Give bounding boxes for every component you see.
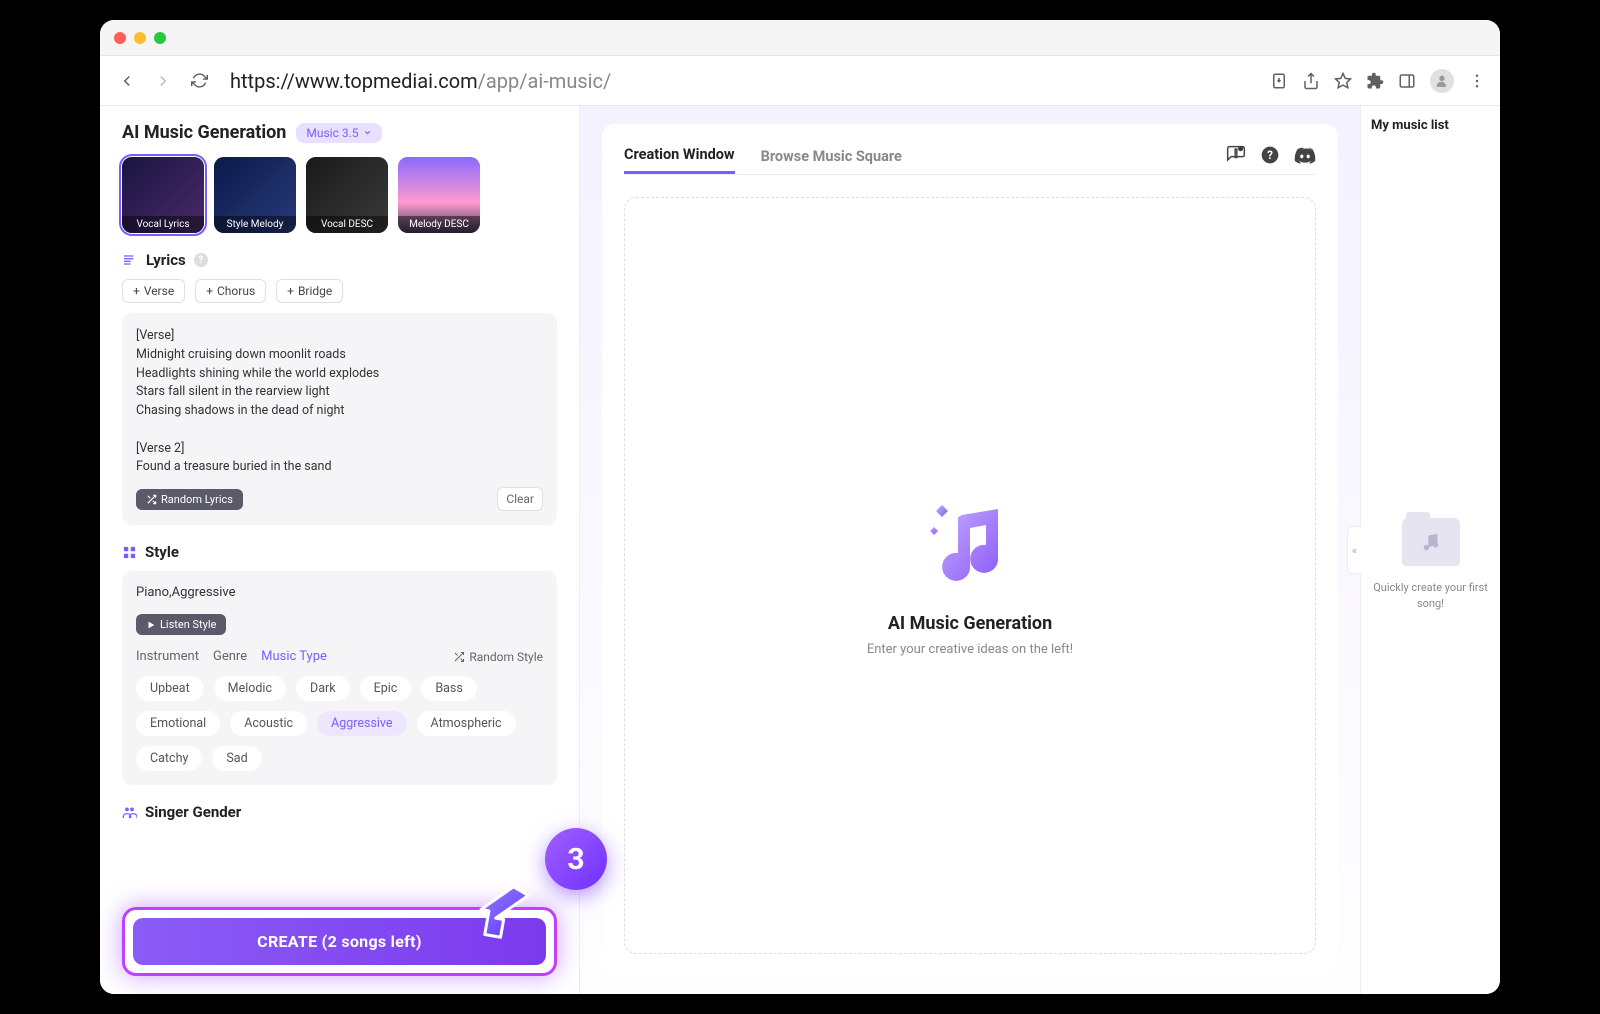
clear-lyrics-button[interactable]: Clear xyxy=(497,487,543,511)
chip-melodic[interactable]: Melodic xyxy=(214,676,286,701)
play-icon xyxy=(146,620,156,630)
tab-creation-window[interactable]: Creation Window xyxy=(624,138,735,174)
panel-icon[interactable] xyxy=(1398,72,1416,90)
my-music-title: My music list xyxy=(1371,118,1449,133)
chip-catchy[interactable]: Catchy xyxy=(136,746,202,771)
profile-avatar[interactable] xyxy=(1430,69,1454,93)
page-title: AI Music Generation xyxy=(122,122,286,143)
tutorial-step-badge: 3 xyxy=(545,828,607,890)
version-label: Music 3.5 xyxy=(306,126,358,140)
music-note-icon xyxy=(920,495,1020,595)
lyrics-text[interactable]: [Verse] Midnight cruising down moonlit r… xyxy=(136,327,543,477)
chip-sad[interactable]: Sad xyxy=(212,746,261,771)
mid-tabs: Creation Window Browse Music Square ? xyxy=(624,138,1316,175)
folder-icon xyxy=(1402,518,1460,566)
address-bar[interactable]: https://www.topmediai.com/app/ai-music/ xyxy=(222,69,1260,93)
chip-atmospheric[interactable]: Atmospheric xyxy=(417,711,516,736)
add-chorus-button[interactable]: + Chorus xyxy=(195,279,266,303)
version-selector[interactable]: Music 3.5 xyxy=(296,123,381,143)
close-window-button[interactable] xyxy=(114,32,126,44)
chip-acoustic[interactable]: Acoustic xyxy=(230,711,307,736)
chip-dark[interactable]: Dark xyxy=(296,676,350,701)
bookmark-star-icon[interactable] xyxy=(1334,72,1352,90)
browser-window: https://www.topmediai.com/app/ai-music/ … xyxy=(100,20,1500,994)
tab-instrument[interactable]: Instrument xyxy=(136,649,199,664)
style-tabs: Instrument Genre Music Type Random Style xyxy=(136,649,543,664)
mode-vocal-desc[interactable]: Vocal DESC xyxy=(306,157,388,233)
chip-emotional[interactable]: Emotional xyxy=(136,711,220,736)
maximize-window-button[interactable] xyxy=(154,32,166,44)
singer-gender-heading: Singer Gender xyxy=(122,803,557,821)
forward-button[interactable] xyxy=(150,68,176,94)
mid-panel: Creation Window Browse Music Square ? xyxy=(580,106,1360,994)
url-path: /app/ai-music/ xyxy=(478,69,612,93)
discord-icon[interactable] xyxy=(1294,145,1316,167)
add-bridge-button[interactable]: + Bridge xyxy=(276,279,343,303)
collapse-handle[interactable]: « xyxy=(1347,526,1361,574)
reload-button[interactable] xyxy=(186,68,212,94)
chip-aggressive[interactable]: Aggressive xyxy=(317,711,407,736)
mode-style-melody[interactable]: Style Melody xyxy=(214,157,296,233)
share-icon[interactable] xyxy=(1302,72,1320,90)
chip-bass[interactable]: Bass xyxy=(421,676,477,701)
chip-epic[interactable]: Epic xyxy=(360,676,412,701)
tab-browse-square[interactable]: Browse Music Square xyxy=(761,140,902,173)
shuffle-icon xyxy=(453,651,465,663)
titlebar xyxy=(100,20,1500,56)
browser-actions xyxy=(1270,69,1486,93)
canvas-subtitle: Enter your creative ideas on the left! xyxy=(867,642,1073,657)
chip-upbeat[interactable]: Upbeat xyxy=(136,676,204,701)
style-chips: Upbeat Melodic Dark Epic Bass Emotional Acoust… xyxy=(136,676,543,771)
empty-hint: Quickly create your first song! xyxy=(1371,580,1490,611)
mid-card: Creation Window Browse Music Square ? xyxy=(602,124,1338,976)
singer-icon xyxy=(122,805,137,820)
svg-text:?: ? xyxy=(1267,148,1273,162)
minimize-window-button[interactable] xyxy=(134,32,146,44)
back-button[interactable] xyxy=(114,68,140,94)
style-heading: Style xyxy=(122,543,557,561)
lyric-parts: + Verse + Chorus + Bridge xyxy=(122,279,557,303)
listen-style-button[interactable]: Listen Style xyxy=(136,614,226,635)
style-input[interactable]: Piano,Aggressive xyxy=(136,585,543,600)
mode-melody-desc[interactable]: Melody DESC xyxy=(398,157,480,233)
lyrics-icon xyxy=(122,252,138,268)
tutorial-arrow-icon xyxy=(475,880,539,944)
traffic-lights xyxy=(114,32,166,44)
chevron-down-icon xyxy=(363,128,372,137)
menu-icon[interactable] xyxy=(1468,72,1486,90)
mode-cards: Vocal Lyrics Style Melody Vocal DESC Mel… xyxy=(122,157,557,233)
lyrics-editor[interactable]: [Verse] Midnight cruising down moonlit r… xyxy=(122,313,557,525)
shuffle-icon xyxy=(146,494,157,505)
random-lyrics-button[interactable]: Random Lyrics xyxy=(136,489,243,510)
mode-vocal-lyrics[interactable]: Vocal Lyrics xyxy=(122,157,204,233)
left-panel: AI Music Generation Music 3.5 Vocal Lyri… xyxy=(100,106,580,994)
browser-toolbar: https://www.topmediai.com/app/ai-music/ xyxy=(100,56,1500,106)
help-icon[interactable]: ? xyxy=(194,253,208,267)
random-style-button[interactable]: Random Style xyxy=(453,650,543,664)
extensions-icon[interactable] xyxy=(1366,72,1384,90)
style-editor: Piano,Aggressive Listen Style Instrument… xyxy=(122,571,557,785)
canvas-title: AI Music Generation xyxy=(888,613,1052,634)
creation-canvas: AI Music Generation Enter your creative … xyxy=(624,197,1316,954)
app-body: AI Music Generation Music 3.5 Vocal Lyri… xyxy=(100,106,1500,994)
style-icon xyxy=(122,545,137,560)
tab-genre[interactable]: Genre xyxy=(213,649,247,664)
lyrics-heading: Lyrics ? xyxy=(122,251,557,269)
add-verse-button[interactable]: + Verse xyxy=(122,279,185,303)
install-app-icon[interactable] xyxy=(1270,72,1288,90)
right-panel: « My music list Quickly create your firs… xyxy=(1360,106,1500,994)
help-circle-icon[interactable]: ? xyxy=(1260,145,1280,167)
tab-music-type[interactable]: Music Type xyxy=(261,649,327,664)
url-origin: https://www.topmediai.com xyxy=(230,69,478,93)
feedback-icon[interactable] xyxy=(1226,145,1246,167)
